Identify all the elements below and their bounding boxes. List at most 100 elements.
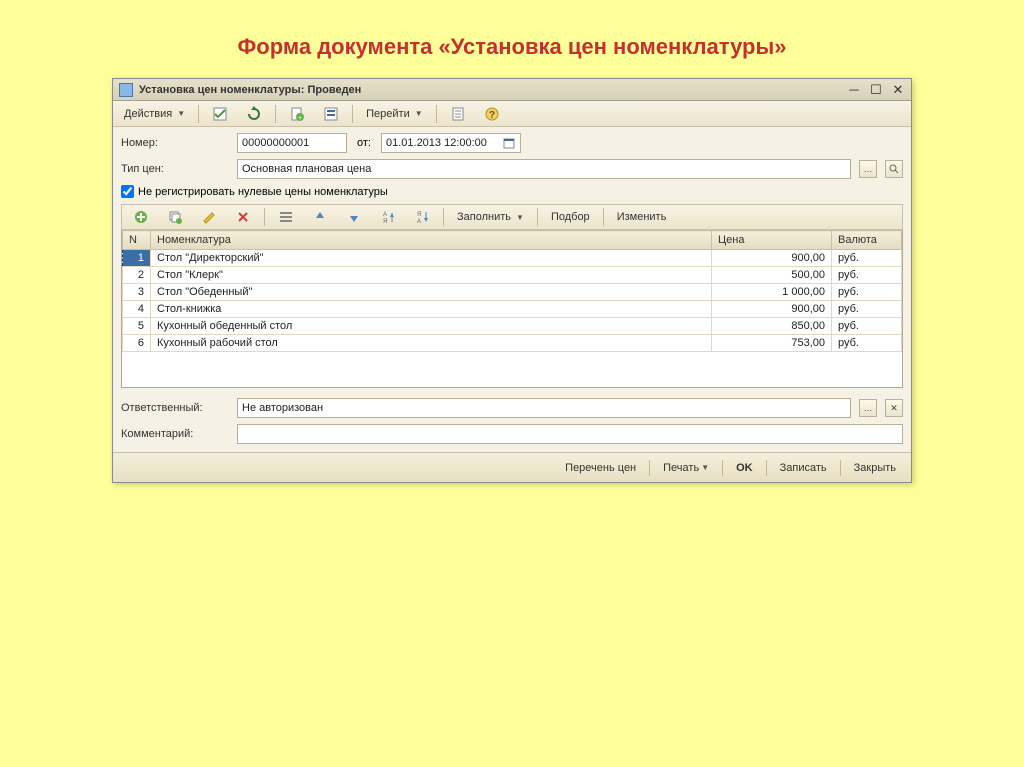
new-from-button[interactable]: + [282, 104, 312, 124]
responsible-field[interactable]: Не авторизован [237, 398, 851, 418]
table-row[interactable]: 1Стол "Директорский"900,00руб. [123, 250, 902, 267]
main-toolbar: Действия ▼ + Перейти ▼ ? [113, 101, 911, 127]
clear-button[interactable]: ✕ [885, 399, 903, 417]
date-value: 01.01.2013 12:00:00 [386, 137, 487, 149]
number-label: Номер: [121, 137, 231, 149]
table-row[interactable]: 3Стол "Обеденный"1 000,00руб. [123, 284, 902, 301]
pick-label: Подбор [551, 211, 590, 223]
settings-button[interactable] [271, 207, 301, 227]
sort-asc-button[interactable]: AЯ [373, 207, 403, 227]
table-row[interactable]: 6Кухонный рабочий стол753,00руб. [123, 335, 902, 352]
copy-icon [167, 209, 183, 225]
help-icon: ? [484, 106, 500, 122]
report-button[interactable] [443, 104, 473, 124]
separator [603, 208, 604, 226]
window-title: Установка цен номенклатуры: Проведен [139, 84, 847, 96]
slide-title: Форма документа «Установка цен номенклат… [0, 0, 1024, 78]
fill-menu[interactable]: Заполнить ▼ [450, 207, 531, 227]
svg-text:Я: Я [383, 219, 387, 225]
maximize-icon[interactable]: ☐ [869, 83, 883, 97]
separator [436, 105, 437, 123]
list-icon [278, 209, 294, 225]
svg-text:Я: Я [417, 212, 421, 218]
document-window: Установка цен номенклатуры: Проведен － ☐… [112, 78, 912, 483]
plus-icon [133, 209, 149, 225]
suppress-zero-checkbox[interactable] [121, 185, 134, 198]
arrow-down-icon [346, 209, 362, 225]
sort-desc-button[interactable]: ЯA [407, 207, 437, 227]
ellipsis-button[interactable]: … [859, 160, 877, 178]
items-grid[interactable]: N Номенклатура Цена Валюта 1Стол "Директ… [121, 230, 903, 388]
table-row[interactable]: 4Стол-книжка900,00руб. [123, 301, 902, 318]
chevron-down-icon: ▼ [516, 213, 524, 222]
chevron-down-icon: ▼ [177, 109, 185, 118]
separator [352, 105, 353, 123]
post-icon [212, 106, 228, 122]
svg-text:?: ? [489, 110, 495, 121]
goto-menu[interactable]: Перейти ▼ [359, 104, 430, 124]
structure-button[interactable] [316, 104, 346, 124]
separator [649, 460, 650, 476]
print-menu[interactable]: Печать▼ [654, 458, 718, 478]
price-type-field[interactable]: Основная плановая цена [237, 159, 851, 179]
price-type-value: Основная плановая цена [242, 163, 846, 175]
add-row-button[interactable] [126, 207, 156, 227]
help-button[interactable]: ? [477, 104, 507, 124]
search-button[interactable] [885, 160, 903, 178]
minimize-icon[interactable]: － [847, 83, 861, 97]
chevron-down-icon: ▼ [415, 109, 423, 118]
date-field[interactable]: 01.01.2013 12:00:00 [381, 133, 521, 153]
responsible-value: Не авторизован [242, 402, 846, 414]
col-header-price[interactable]: Цена [712, 231, 832, 250]
pick-button[interactable]: Подбор [544, 207, 597, 227]
calendar-icon[interactable] [502, 135, 516, 151]
comment-label: Комментарий: [121, 428, 231, 440]
close-icon[interactable]: ✕ [891, 83, 905, 97]
separator [198, 105, 199, 123]
table-row[interactable]: 2Стол "Клерк"500,00руб. [123, 267, 902, 284]
svg-text:A: A [383, 212, 387, 218]
col-header-n[interactable]: N [123, 231, 151, 250]
table-row[interactable]: 5Кухонный обеденный стол850,00руб. [123, 318, 902, 335]
delete-icon [235, 209, 251, 225]
titlebar: Установка цен номенклатуры: Проведен － ☐… [113, 79, 911, 101]
save-button[interactable]: Записать [771, 458, 836, 478]
col-header-currency[interactable]: Валюта [832, 231, 902, 250]
ok-button[interactable]: OK [727, 458, 762, 478]
change-button[interactable]: Изменить [610, 207, 674, 227]
svg-text:+: + [298, 115, 302, 122]
sort-desc-icon: ЯA [414, 209, 430, 225]
separator [443, 208, 444, 226]
col-header-name[interactable]: Номенклатура [151, 231, 712, 250]
actions-label: Действия [124, 108, 172, 120]
comment-field[interactable] [237, 424, 903, 444]
sort-asc-icon: AЯ [380, 209, 396, 225]
refresh-icon [246, 106, 262, 122]
actions-menu[interactable]: Действия ▼ [117, 104, 192, 124]
edit-row-button[interactable] [194, 207, 224, 227]
ellipsis-button[interactable]: … [859, 399, 877, 417]
report-icon [450, 106, 466, 122]
post-button[interactable] [205, 104, 235, 124]
separator [766, 460, 767, 476]
separator [840, 460, 841, 476]
copy-row-button[interactable] [160, 207, 190, 227]
separator [537, 208, 538, 226]
separator [275, 105, 276, 123]
arrow-up-icon [312, 209, 328, 225]
bottom-toolbar: Перечень цен Печать▼ OK Записать Закрыть [113, 452, 911, 482]
grid-toolbar: AЯ ЯA Заполнить▼ Подбор Изменить [121, 204, 903, 230]
move-up-button[interactable] [305, 207, 335, 227]
price-list-button[interactable]: Перечень цен [556, 458, 645, 478]
move-down-button[interactable] [339, 207, 369, 227]
chevron-down-icon: ▼ [701, 463, 709, 472]
close-button[interactable]: Закрыть [845, 458, 905, 478]
fill-label: Заполнить [457, 211, 511, 223]
svg-text:A: A [417, 219, 421, 225]
from-label: от: [357, 137, 371, 149]
refresh-button[interactable] [239, 104, 269, 124]
suppress-zero-label: Не регистрировать нулевые цены номенклат… [138, 186, 388, 198]
number-field[interactable]: 00000000001 [237, 133, 347, 153]
separator [722, 460, 723, 476]
delete-row-button[interactable] [228, 207, 258, 227]
